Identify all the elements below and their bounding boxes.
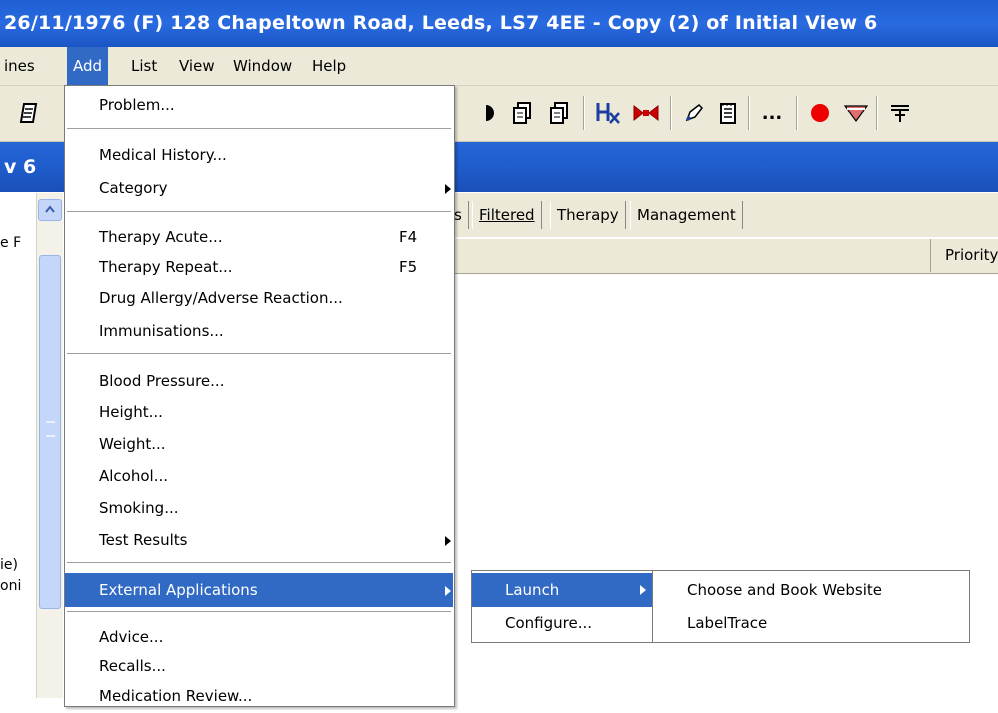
scroll-grip-icon [46, 421, 55, 437]
menu-item-labeltrace[interactable]: LabelTrace [653, 606, 968, 640]
menu-separator [67, 353, 451, 355]
menu-separator [67, 211, 451, 213]
copy-icon[interactable] [545, 96, 573, 130]
menu-machines[interactable]: ines [0, 47, 41, 85]
copy-icon[interactable] [508, 96, 536, 130]
menu-item-recalls[interactable]: Recalls... [65, 649, 453, 683]
history-icon[interactable] [595, 96, 623, 130]
tab-filtered-label: Filtered [479, 206, 535, 224]
menu-item-problem[interactable]: Problem... [65, 88, 453, 122]
external-applications-menu: Launch Configure... [471, 570, 655, 643]
menu-bar: ines Add List View Window Help [0, 47, 998, 86]
launch-menu: Choose and Book Website LabelTrace [652, 570, 970, 643]
heart-pill-icon[interactable] [842, 96, 870, 130]
more-icon[interactable]: ... [758, 96, 786, 130]
window-title: 26/11/1976 (F) 128 Chapeltown Road, Leed… [4, 12, 878, 34]
tab-strip: s Filtered Therapy Management [448, 193, 998, 237]
menu-item-weight[interactable]: Weight... [65, 427, 453, 461]
menu-separator [67, 611, 451, 613]
menu-item-medication-review[interactable]: Medication Review... [65, 679, 453, 713]
pencil-icon[interactable] [680, 96, 708, 130]
submenu-arrow-icon [445, 586, 451, 596]
notepad-icon[interactable] [714, 96, 742, 130]
left-pane: e F ie) oni [0, 193, 36, 698]
scroll-thumb[interactable] [39, 255, 61, 609]
scroll-up-button[interactable] [38, 199, 62, 221]
menu-item-alcohol[interactable]: Alcohol... [65, 459, 453, 493]
menu-item-configure[interactable]: Configure... [472, 606, 653, 640]
menu-item-therapy-acute[interactable]: Therapy Acute... F4 [65, 220, 453, 254]
menu-add[interactable]: Add [67, 47, 109, 85]
left-pane-text: ie) [0, 557, 18, 573]
tab-management[interactable]: Management [630, 201, 743, 229]
add-menu: Problem... Medical History... Category T… [64, 85, 455, 707]
left-pane-text: e F [0, 235, 22, 251]
menu-item-therapy-repeat[interactable]: Therapy Repeat... F5 [65, 250, 453, 284]
menu-separator [67, 128, 451, 130]
menu-item-external-applications[interactable]: External Applications [65, 573, 453, 607]
menu-item-height[interactable]: Height... [65, 395, 453, 429]
menu-separator [67, 562, 451, 564]
record-icon[interactable] [806, 96, 834, 130]
bowtie-icon[interactable] [632, 96, 660, 130]
record-start-icon[interactable] [478, 96, 506, 130]
vertical-scrollbar[interactable] [36, 193, 63, 698]
menu-view[interactable]: View [173, 47, 221, 85]
left-pane-text: oni [0, 578, 22, 594]
title-bar: 26/11/1976 (F) 128 Chapeltown Road, Leed… [0, 0, 998, 47]
menu-item-blood-pressure[interactable]: Blood Pressure... [65, 364, 453, 398]
submenu-arrow-icon [445, 536, 451, 546]
menu-item-smoking[interactable]: Smoking... [65, 491, 453, 525]
menu-item-immunisations[interactable]: Immunisations... [65, 314, 453, 348]
notebook-icon[interactable] [16, 96, 44, 130]
menu-window[interactable]: Window [227, 47, 298, 85]
menu-item-drug-allergy[interactable]: Drug Allergy/Adverse Reaction... [65, 281, 453, 315]
tab-filtered[interactable]: Filtered [472, 201, 542, 229]
menu-item-launch[interactable]: Launch [472, 573, 653, 607]
menu-item-category[interactable]: Category [65, 171, 453, 205]
menu-item-medical-history[interactable]: Medical History... [65, 138, 453, 172]
tab-therapy[interactable]: Therapy [550, 201, 626, 229]
tab-therapy-label: Therapy [557, 206, 619, 224]
submenu-arrow-icon [640, 585, 646, 595]
filter-icon[interactable] [886, 96, 914, 130]
grid-header: Priority [452, 239, 998, 274]
menu-item-test-results[interactable]: Test Results [65, 523, 453, 557]
tab-management-label: Management [637, 206, 736, 224]
submenu-arrow-icon [445, 184, 451, 194]
menu-item-choose-and-book[interactable]: Choose and Book Website [653, 573, 968, 607]
column-header-priority[interactable]: Priority [930, 239, 998, 272]
menu-help[interactable]: Help [306, 47, 352, 85]
view-header-label: v 6 [4, 156, 37, 178]
menu-list[interactable]: List [125, 47, 163, 85]
